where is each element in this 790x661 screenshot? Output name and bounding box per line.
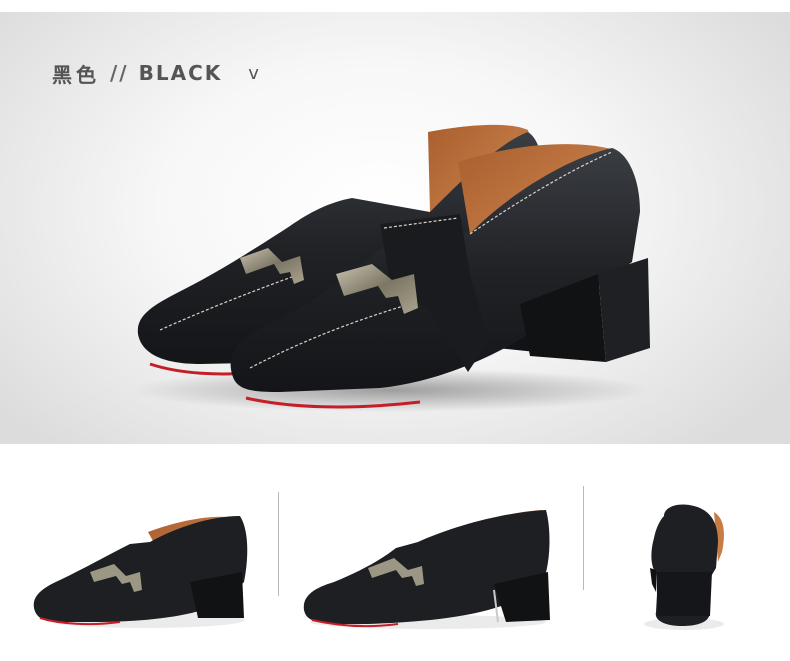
thumbnail-back-view[interactable] [634, 452, 734, 652]
thumbnail-divider [278, 492, 279, 596]
thumbnail-divider [583, 486, 584, 590]
thumbnail-strip [0, 452, 790, 652]
thumbnail-side-view[interactable] [298, 452, 558, 652]
shoe-pair-illustration [130, 124, 650, 412]
thumbnail-three-quarter-view[interactable] [30, 452, 252, 652]
hero-product-photo: 黑色 // BLACK v [0, 12, 790, 444]
